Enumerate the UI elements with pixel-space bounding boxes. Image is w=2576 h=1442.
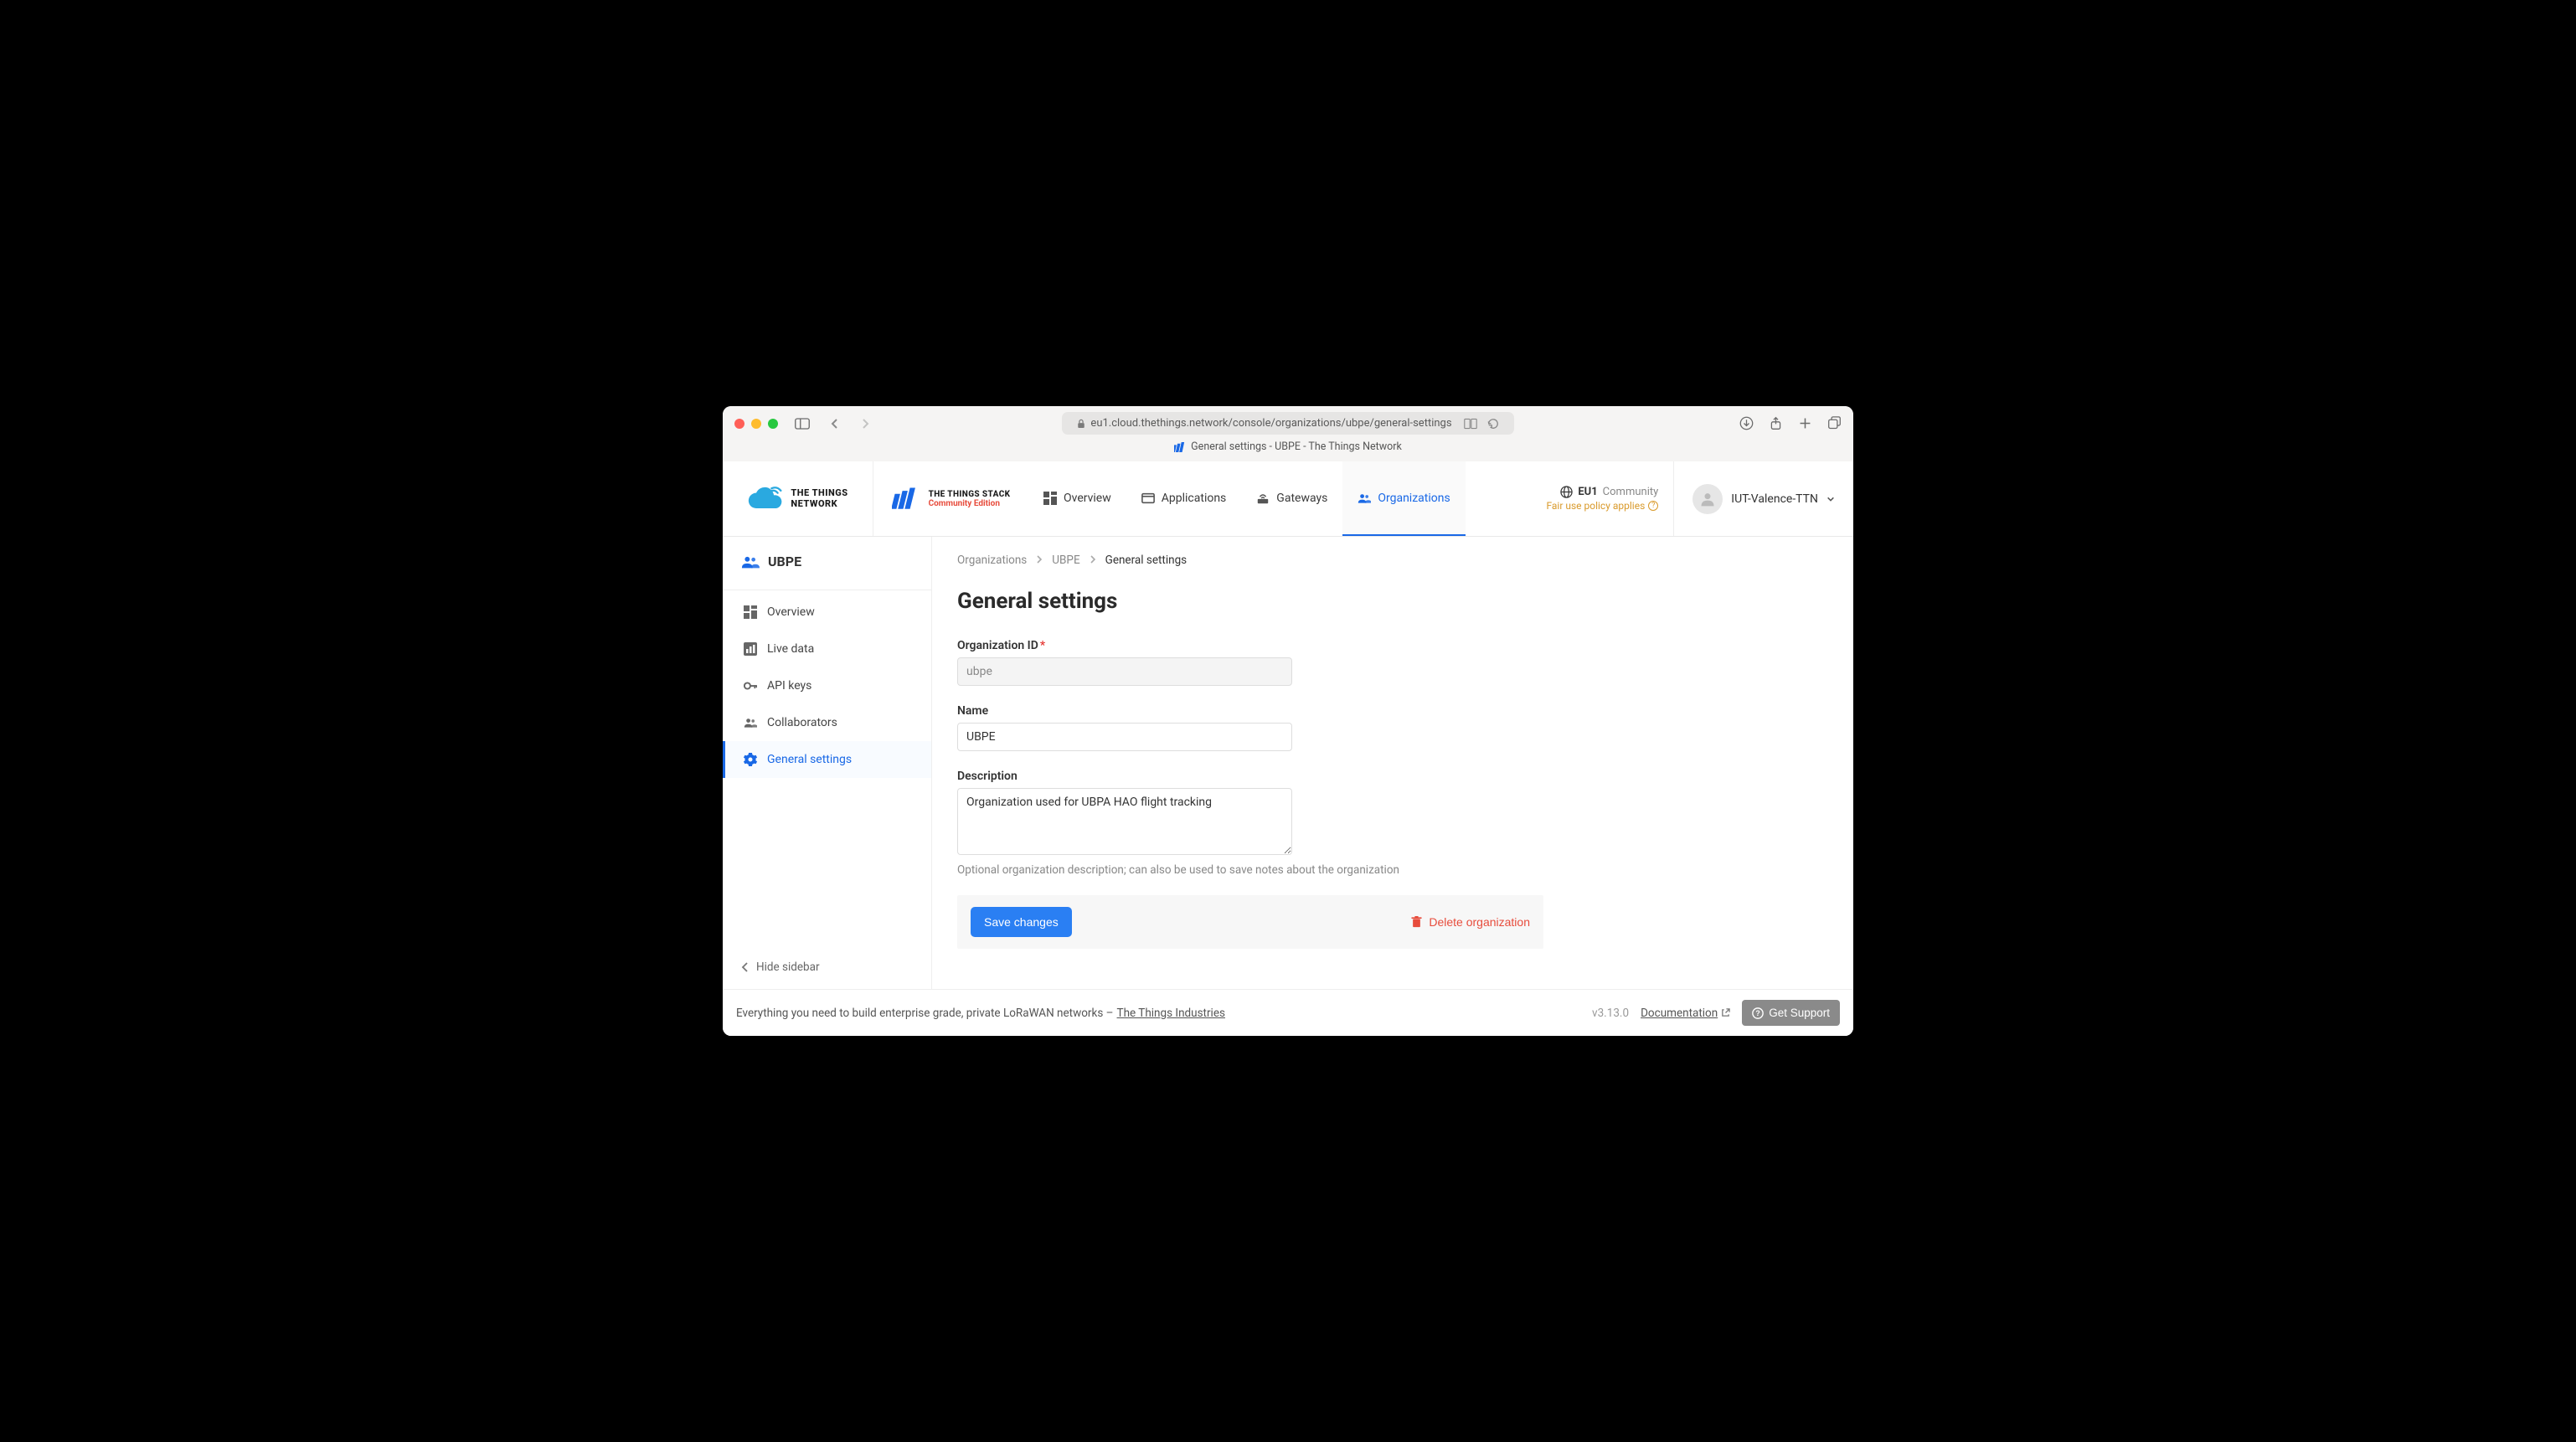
maximize-window-button[interactable] [768,419,778,429]
get-support-button[interactable]: ? Get Support [1742,1000,1840,1026]
sidebar-item-api-keys[interactable]: API keys [723,667,931,704]
crumb-organizations[interactable]: Organizations [957,554,1027,567]
nav-organizations[interactable]: Organizations [1342,461,1465,536]
org-icon [741,555,760,569]
fair-use-link[interactable]: Fair use policy applies ? [1546,500,1658,512]
main-content: Organizations UBPE General settings Gene… [932,537,1853,989]
dashboard-icon [744,605,757,619]
people-icon [744,716,757,729]
browser-window: eu1.cloud.thethings.network/console/orga… [723,406,1853,1036]
gear-icon [744,753,757,766]
browser-chrome: eu1.cloud.thethings.network/console/orga… [723,406,1853,461]
downloads-icon[interactable] [1739,416,1754,430]
cluster-info: EU1 Community Fair use policy applies ? [1531,461,1673,536]
footer-industries-link[interactable]: The Things Industries [1117,1007,1225,1020]
logo-stack[interactable]: THE THINGS STACKCommunity Edition [873,461,1028,536]
new-tab-icon[interactable] [1798,416,1812,430]
footer: Everything you need to build enterprise … [723,989,1853,1036]
sidebar-item-overview[interactable]: Overview [723,594,931,631]
main-nav: Overview Applications Gateways Organizat… [1028,461,1466,536]
external-link-icon [1721,1008,1730,1017]
key-icon [744,679,757,693]
sidebar-toggle-icon[interactable] [795,418,810,430]
save-button[interactable]: Save changes [971,907,1072,937]
gateways-icon [1256,492,1270,505]
sidebar-item-collaborators[interactable]: Collaborators [723,704,931,741]
chevron-left-icon [741,962,750,972]
nav-overview[interactable]: Overview [1028,461,1126,536]
url-bar[interactable]: eu1.cloud.thethings.network/console/orga… [1062,412,1514,435]
favicon [1174,442,1186,452]
stack-icon [892,487,922,511]
svg-text:?: ? [1756,1009,1760,1017]
chevron-down-icon [1826,495,1835,503]
trash-icon [1411,916,1422,928]
lock-icon [1077,419,1085,429]
form-actions: Save changes Delete organization [957,895,1543,949]
breadcrumb: Organizations UBPE General settings [957,554,1828,567]
help-circle-icon: ? [1752,1007,1764,1019]
tab-title: General settings - UBPE - The Things Net… [723,440,1853,461]
version-label: v3.13.0 [1592,1007,1629,1020]
sidebar-item-general-settings[interactable]: General settings [723,741,931,778]
organizations-icon [1358,492,1371,505]
org-id-input [957,657,1292,686]
avatar [1692,484,1723,514]
user-menu[interactable]: IUT-Valence-TTN [1673,461,1853,536]
crumb-current: General settings [1105,554,1188,567]
share-icon[interactable] [1769,416,1783,430]
chart-icon [744,642,757,656]
globe-icon [1560,486,1573,498]
crumb-org-name[interactable]: UBPE [1052,554,1079,567]
window-controls [734,419,778,429]
help-icon: ? [1648,501,1658,511]
page-title: General settings [957,589,1828,614]
app-topbar: THE THINGSNETWORK THE THINGS STACKCommun… [723,461,1853,537]
back-button[interactable] [823,417,847,430]
logo-ttn[interactable]: THE THINGSNETWORK [723,461,873,536]
name-input[interactable] [957,723,1292,751]
description-hint: Optional organization description; can a… [957,863,1543,877]
chevron-right-icon [1089,554,1097,567]
cluster-selector[interactable]: EU1 Community [1560,486,1658,498]
documentation-link[interactable]: Documentation [1641,1007,1730,1020]
delete-org-button[interactable]: Delete organization [1411,915,1530,929]
url-text: eu1.cloud.thethings.network/console/orga… [1090,417,1451,430]
forward-button[interactable] [853,417,877,430]
description-label: Description [957,770,1543,783]
tabs-icon[interactable] [1827,416,1842,430]
sidebar-item-live-data[interactable]: Live data [723,631,931,667]
org-id-label: Organization ID* [957,639,1543,652]
footer-text: Everything you need to build enterprise … [736,1007,1114,1020]
minimize-window-button[interactable] [751,419,761,429]
sidebar: UBPE Overview Live data API keys [723,537,932,989]
reader-icon[interactable] [1464,418,1477,430]
applications-icon [1141,492,1155,505]
chevron-right-icon [1035,554,1043,567]
dashboard-icon [1043,492,1057,505]
hide-sidebar-button[interactable]: Hide sidebar [723,945,931,989]
reload-icon[interactable] [1487,418,1499,430]
sidebar-title[interactable]: UBPE [723,537,931,586]
name-label: Name [957,704,1543,718]
description-textarea[interactable] [957,788,1292,855]
nav-gateways[interactable]: Gateways [1241,461,1342,536]
nav-applications[interactable]: Applications [1126,461,1242,536]
cloud-icon [747,487,784,512]
close-window-button[interactable] [734,419,744,429]
